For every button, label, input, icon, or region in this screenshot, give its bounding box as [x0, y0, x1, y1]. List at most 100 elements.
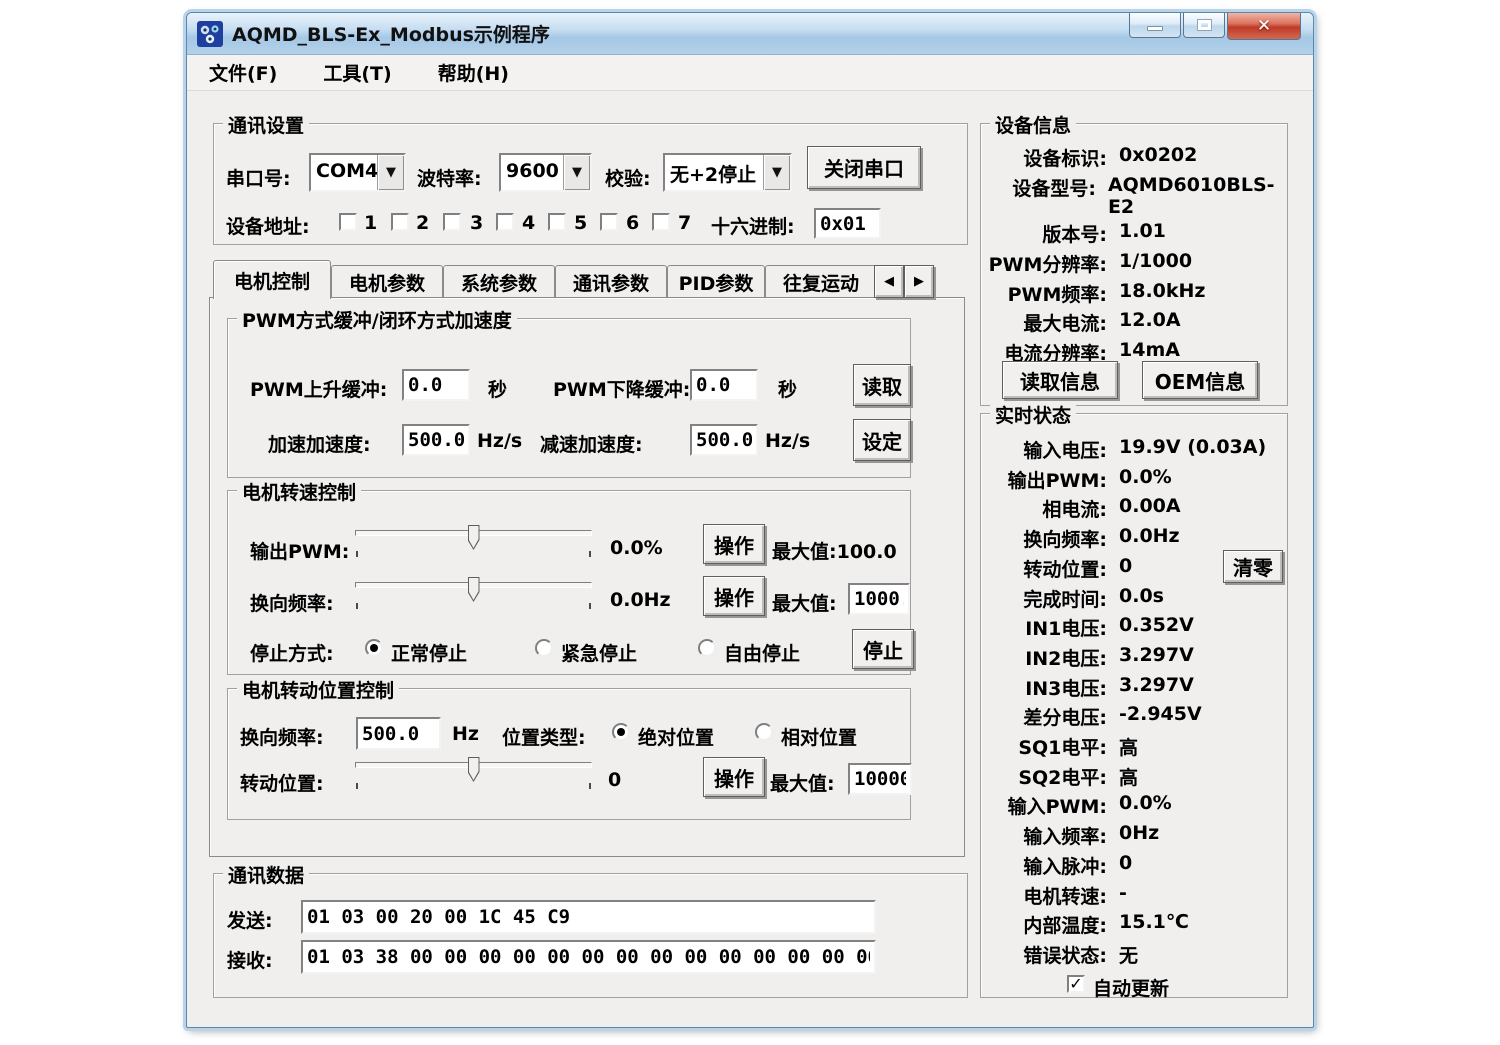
addr-checkbox-3[interactable] — [443, 213, 461, 231]
addr-checkbox-5[interactable] — [548, 213, 566, 231]
auto-update-label: 自动更新 — [1093, 974, 1169, 1001]
tab-comm-params[interactable]: 通讯参数 — [555, 265, 667, 298]
titlebar[interactable]: AQMD_BLS-Ex_Modbus示例程序 ✕ — [187, 13, 1313, 55]
radio-absolute-position-label: 绝对位置 — [638, 723, 714, 750]
radio-normal-stop[interactable] — [365, 639, 383, 657]
parity-combo[interactable]: 无+2停止 ▼ — [663, 153, 792, 192]
close-port-button[interactable]: 关闭串口 — [807, 146, 921, 189]
pwm-fall-input[interactable] — [690, 369, 758, 401]
tab-motor-control[interactable]: 电机控制 — [213, 260, 331, 299]
status-label: 输出PWM: — [987, 466, 1107, 493]
comm-data-group: 通讯数据 发送: 接收: — [213, 873, 968, 998]
radio-free-stop-label: 自由停止 — [724, 639, 800, 666]
slider-thumb[interactable] — [468, 577, 480, 602]
radio-normal-stop-label: 正常停止 — [391, 639, 467, 666]
comm-data-title: 通讯数据 — [223, 861, 309, 888]
status-label: SQ1电平: — [987, 733, 1107, 760]
comm-settings-title: 通讯设置 — [223, 111, 309, 138]
stop-button[interactable]: 停止 — [852, 629, 914, 669]
maximize-button[interactable] — [1183, 13, 1225, 38]
pwm-rise-input[interactable] — [402, 369, 470, 401]
tab-pid-params[interactable]: PID参数 — [667, 265, 765, 298]
port-combo[interactable]: COM4 ▼ — [309, 153, 406, 192]
addr-checkbox-6[interactable] — [600, 213, 618, 231]
addr-checkbox-1[interactable] — [339, 213, 357, 231]
freq-operate-button[interactable]: 操作 — [703, 576, 765, 616]
window-controls: ✕ — [1129, 13, 1301, 40]
radio-relative-position[interactable] — [755, 723, 773, 741]
status-value: 0.00A — [1119, 495, 1181, 522]
oem-info-button[interactable]: OEM信息 — [1142, 361, 1258, 399]
status-value: 无 — [1119, 941, 1138, 968]
status-label: 输入脉冲: — [987, 852, 1107, 879]
status-label: IN1电压: — [987, 614, 1107, 641]
baud-combo[interactable]: 9600 ▼ — [499, 153, 592, 192]
slider-tick — [589, 783, 591, 789]
device-info-title: 设备信息 — [990, 111, 1076, 138]
pwm-operate-button[interactable]: 操作 — [703, 524, 765, 564]
tab-strip: 电机控制 电机参数 系统参数 通讯参数 PID参数 往复运动 安 ◀ ▶ — [213, 260, 965, 298]
tab-scroll-left-button[interactable]: ◀ — [874, 265, 904, 298]
status-label: IN2电压: — [987, 644, 1107, 671]
radio-emergency-stop[interactable] — [535, 639, 553, 657]
status-row: IN3电压:3.297V — [987, 674, 1283, 701]
decel-label: 减速加速度: — [540, 430, 643, 457]
status-label: 转动位置: — [987, 555, 1107, 582]
send-data-field[interactable] — [301, 900, 876, 934]
gears-app-icon — [197, 21, 223, 47]
accel-input[interactable] — [402, 424, 470, 456]
menu-file[interactable]: 文件(F) — [203, 57, 283, 88]
baud-value: 9600 — [501, 155, 563, 190]
position-operate-button[interactable]: 操作 — [703, 757, 765, 797]
set-button[interactable]: 设定 — [853, 419, 911, 461]
chevron-down-icon[interactable]: ▼ — [377, 155, 404, 190]
rotation-pos-slider[interactable] — [355, 757, 592, 789]
position-freq-input[interactable] — [356, 717, 441, 750]
addr-checkbox-4[interactable] — [496, 213, 514, 231]
tab-motor-params[interactable]: 电机参数 — [331, 265, 443, 298]
chevron-down-icon[interactable]: ▼ — [563, 155, 590, 190]
hex-input[interactable] — [814, 208, 881, 239]
status-label: 输入频率: — [987, 822, 1107, 849]
commutation-freq-slider[interactable] — [355, 577, 592, 609]
decel-input[interactable] — [690, 424, 758, 456]
info-value: 0x0202 — [1119, 144, 1197, 171]
clear-button[interactable]: 清零 — [1223, 550, 1283, 583]
output-pwm-slider[interactable] — [355, 525, 592, 557]
read-info-button[interactable]: 读取信息 — [1002, 361, 1118, 399]
minimize-button[interactable] — [1129, 13, 1181, 38]
tab-reciprocate[interactable]: 往复运动 — [765, 265, 877, 298]
slider-thumb[interactable] — [468, 757, 480, 782]
slider-thumb[interactable] — [468, 525, 480, 550]
freq-max-input[interactable] — [848, 583, 910, 615]
speed-control-title: 电机转速控制 — [237, 478, 361, 505]
slider-tick — [356, 783, 358, 789]
radio-free-stop[interactable] — [698, 639, 716, 657]
radio-absolute-position[interactable] — [612, 723, 630, 741]
close-button[interactable]: ✕ — [1227, 13, 1301, 40]
pwm-fall-label: PWM下降缓冲: — [553, 375, 690, 402]
menu-tools[interactable]: 工具(T) — [317, 57, 397, 88]
tab-system-params[interactable]: 系统参数 — [443, 265, 555, 298]
rotation-pos-label: 转动位置: — [240, 769, 324, 796]
info-value: 1.01 — [1119, 220, 1166, 247]
status-label: SQ2电平: — [987, 763, 1107, 790]
pwm-max-text: 最大值:100.0 — [772, 537, 897, 564]
addr-checkbox-2[interactable] — [391, 213, 409, 231]
status-label: 错误状态: — [987, 941, 1107, 968]
status-value: 3.297V — [1119, 674, 1194, 701]
chevron-down-icon[interactable]: ▼ — [763, 155, 790, 190]
addr-checkbox-7[interactable] — [652, 213, 670, 231]
tab-scroll-right-button[interactable]: ▶ — [904, 265, 934, 298]
status-row: 输入电压:19.9V (0.03A) — [987, 436, 1283, 463]
status-row: IN2电压:3.297V — [987, 644, 1283, 671]
menu-help[interactable]: 帮助(H) — [432, 57, 515, 88]
status-value: 0.0Hz — [1119, 525, 1180, 552]
status-row: 输入PWM:0.0% — [987, 792, 1283, 819]
auto-update-checkbox[interactable]: ✓ — [1067, 975, 1085, 993]
position-max-input[interactable] — [848, 763, 912, 795]
info-row: 设备标识:0x0202 — [987, 144, 1283, 171]
app-window: AQMD_BLS-Ex_Modbus示例程序 ✕ 文件(F) 工具(T) 帮助(… — [186, 12, 1314, 1028]
read-button[interactable]: 读取 — [853, 364, 911, 406]
recv-data-field[interactable] — [301, 940, 876, 974]
